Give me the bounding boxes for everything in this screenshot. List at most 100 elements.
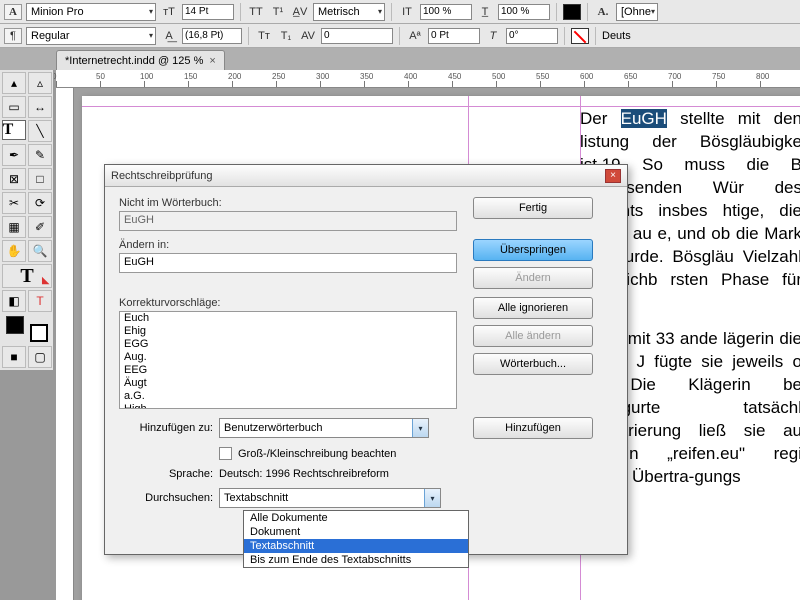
add-to-select[interactable]: Benutzerwörterbuch▾ [219, 418, 429, 438]
gradient-tool[interactable]: ▦ [2, 216, 26, 238]
suggestion-item[interactable]: EEG [120, 364, 456, 377]
done-button[interactable]: Fertig [473, 197, 593, 219]
document-tab-strip: *Internetrecht.indd @ 125 % × [0, 48, 800, 70]
skip-button[interactable]: Überspringen [473, 239, 593, 261]
pen-tool[interactable]: ✒ [2, 144, 26, 166]
eyedropper-tool[interactable]: ✐ [28, 216, 52, 238]
hscale-icon: T̲ [476, 4, 494, 20]
search-dropdown-popup[interactable]: Alle DokumenteDokumentTextabschnittBis z… [243, 510, 469, 568]
highlighted-word: EuGH [621, 109, 667, 128]
rectangle-frame-tool[interactable]: ⊠ [2, 168, 26, 190]
paragraph-panel-icon[interactable]: ¶ [4, 28, 22, 44]
font-size-field[interactable]: 14 Pt [182, 4, 234, 20]
search-label: Durchsuchen: [119, 492, 213, 504]
dropdown-option[interactable]: Textabschnitt [244, 539, 468, 553]
suggestion-item[interactable]: Euch [120, 312, 456, 325]
superscript-icon[interactable]: T¹ [269, 4, 287, 20]
vscale-field[interactable]: 100 % [420, 4, 472, 20]
font-style-combo[interactable]: Regular [26, 27, 156, 45]
direct-selection-tool[interactable]: ▵ [28, 72, 52, 94]
font-size-icon: тT [160, 4, 178, 20]
scissors-tool[interactable]: ✂ [2, 192, 26, 214]
lang-value: Deutsch: 1996 Rechtschreibreform [219, 468, 389, 480]
vertical-ruler [56, 88, 74, 600]
ignore-all-button[interactable]: Alle ignorieren [473, 297, 593, 319]
close-icon[interactable]: × [605, 169, 621, 183]
stroke-swatch[interactable] [571, 28, 589, 44]
change-button[interactable]: Ändern [473, 267, 593, 289]
dialog-titlebar[interactable]: Rechtschreibprüfung × [105, 165, 627, 187]
close-tab-icon[interactable]: × [209, 55, 215, 67]
type-tool[interactable]: T [2, 120, 26, 140]
apply-color-icon[interactable]: ■ [2, 346, 26, 368]
page-tool[interactable]: ▭ [2, 96, 26, 118]
rectangle-tool[interactable]: □ [28, 168, 52, 190]
kerning-icon: A̲V [291, 4, 309, 20]
fill-swatch[interactable] [563, 4, 581, 20]
suggestions-list[interactable]: EuchEhigEGGAug.EEGÄugta.G.High [119, 311, 457, 409]
hand-tool[interactable]: ✋ [2, 240, 26, 262]
suggestion-item[interactable]: EGG [120, 338, 456, 351]
apply-none-icon[interactable]: ▢ [28, 346, 52, 368]
hscale-field[interactable]: 100 % [498, 4, 550, 20]
suggestion-item[interactable]: High [120, 403, 456, 409]
character-panel-icon[interactable]: A [4, 4, 22, 20]
document-tab[interactable]: *Internetrecht.indd @ 125 % × [56, 50, 225, 70]
skew-icon: T [484, 28, 502, 44]
leading-icon: A͟ [160, 28, 178, 44]
kerning-combo[interactable]: Metrisch [313, 3, 385, 21]
format-container-icon[interactable]: ◧ [2, 290, 26, 312]
control-bar-2: ¶ Regular A͟ (16,8 Pt) Tт T₁ AV 0 Aª 0 P… [0, 24, 800, 48]
horizontal-ruler: 0501001502002503003504004505005506006507… [56, 70, 800, 88]
dictionary-button[interactable]: Wörterbuch... [473, 353, 593, 375]
not-in-dict-field: EuGH [119, 211, 457, 231]
suggestion-item[interactable]: a.G. [120, 390, 456, 403]
case-checkbox[interactable] [219, 447, 232, 460]
format-text-icon[interactable]: T [28, 290, 52, 312]
tools-panel: ▴ ▵ ▭ ↔ T ╲ ✒ ✎ ⊠ □ ✂ ⟳ ▦ ✐ ✋ 🔍 T◣ ◧ T ■… [0, 70, 54, 370]
add-button[interactable]: Hinzufügen [473, 417, 593, 439]
change-to-field[interactable]: EuGH [119, 253, 457, 273]
smallcaps-icon[interactable]: Tт [255, 28, 273, 44]
change-all-button[interactable]: Alle ändern [473, 325, 593, 347]
change-to-label: Ändern in: [119, 239, 457, 251]
line-tool[interactable]: ╲ [28, 120, 52, 142]
pencil-tool[interactable]: ✎ [28, 144, 52, 166]
suggestions-label: Korrekturvorschläge: [119, 297, 457, 309]
language-menu[interactable]: Deuts [602, 30, 631, 42]
char-style-combo[interactable]: [Ohne [616, 3, 658, 21]
selection-tool[interactable]: ▴ [2, 72, 26, 94]
leading-field[interactable]: (16,8 Pt) [182, 28, 242, 44]
chevron-down-icon: ▾ [424, 489, 440, 507]
tracking-field[interactable]: 0 [321, 28, 393, 44]
body-text-pre: Der [580, 109, 621, 128]
subscript-icon[interactable]: T₁ [277, 28, 295, 44]
skew-field[interactable]: 0° [506, 28, 558, 44]
not-in-dict-label: Nicht im Wörterbuch: [119, 197, 457, 209]
suggestion-item[interactable]: Äugt [120, 377, 456, 390]
dialog-title: Rechtschreibprüfung [111, 170, 213, 182]
baseline-icon: Aª [406, 28, 424, 44]
tracking-icon: AV [299, 28, 317, 44]
case-label: Groß-/Kleinschreibung beachten [238, 448, 396, 460]
font-family-combo[interactable]: Minion Pro [26, 3, 156, 21]
search-select[interactable]: Textabschnitt▾ [219, 488, 441, 508]
dropdown-option[interactable]: Alle Dokumente [244, 511, 468, 525]
gap-tool[interactable]: ↔ [28, 96, 52, 118]
document-tab-title: *Internetrecht.indd @ 125 % [65, 55, 203, 67]
chevron-down-icon: ▾ [412, 419, 428, 437]
baseline-field[interactable]: 0 Pt [428, 28, 480, 44]
zoom-tool[interactable]: 🔍 [28, 240, 52, 262]
fill-stroke-control[interactable] [2, 314, 52, 344]
transform-tool[interactable]: ⟳ [28, 192, 52, 214]
dropdown-option[interactable]: Dokument [244, 525, 468, 539]
dropdown-option[interactable]: Bis zum Ende des Textabschnitts [244, 553, 468, 567]
allcaps-icon[interactable]: TT [247, 4, 265, 20]
type-big-tool[interactable]: T◣ [2, 264, 52, 288]
suggestion-item[interactable]: Aug. [120, 351, 456, 364]
add-to-label: Hinzufügen zu: [119, 422, 213, 434]
spellcheck-dialog: Rechtschreibprüfung × Nicht im Wörterbuc… [104, 164, 628, 555]
vscale-icon: IT [398, 4, 416, 20]
control-bar-1: A Minion Pro тT 14 Pt TT T¹ A̲V Metrisch… [0, 0, 800, 24]
suggestion-item[interactable]: Ehig [120, 325, 456, 338]
